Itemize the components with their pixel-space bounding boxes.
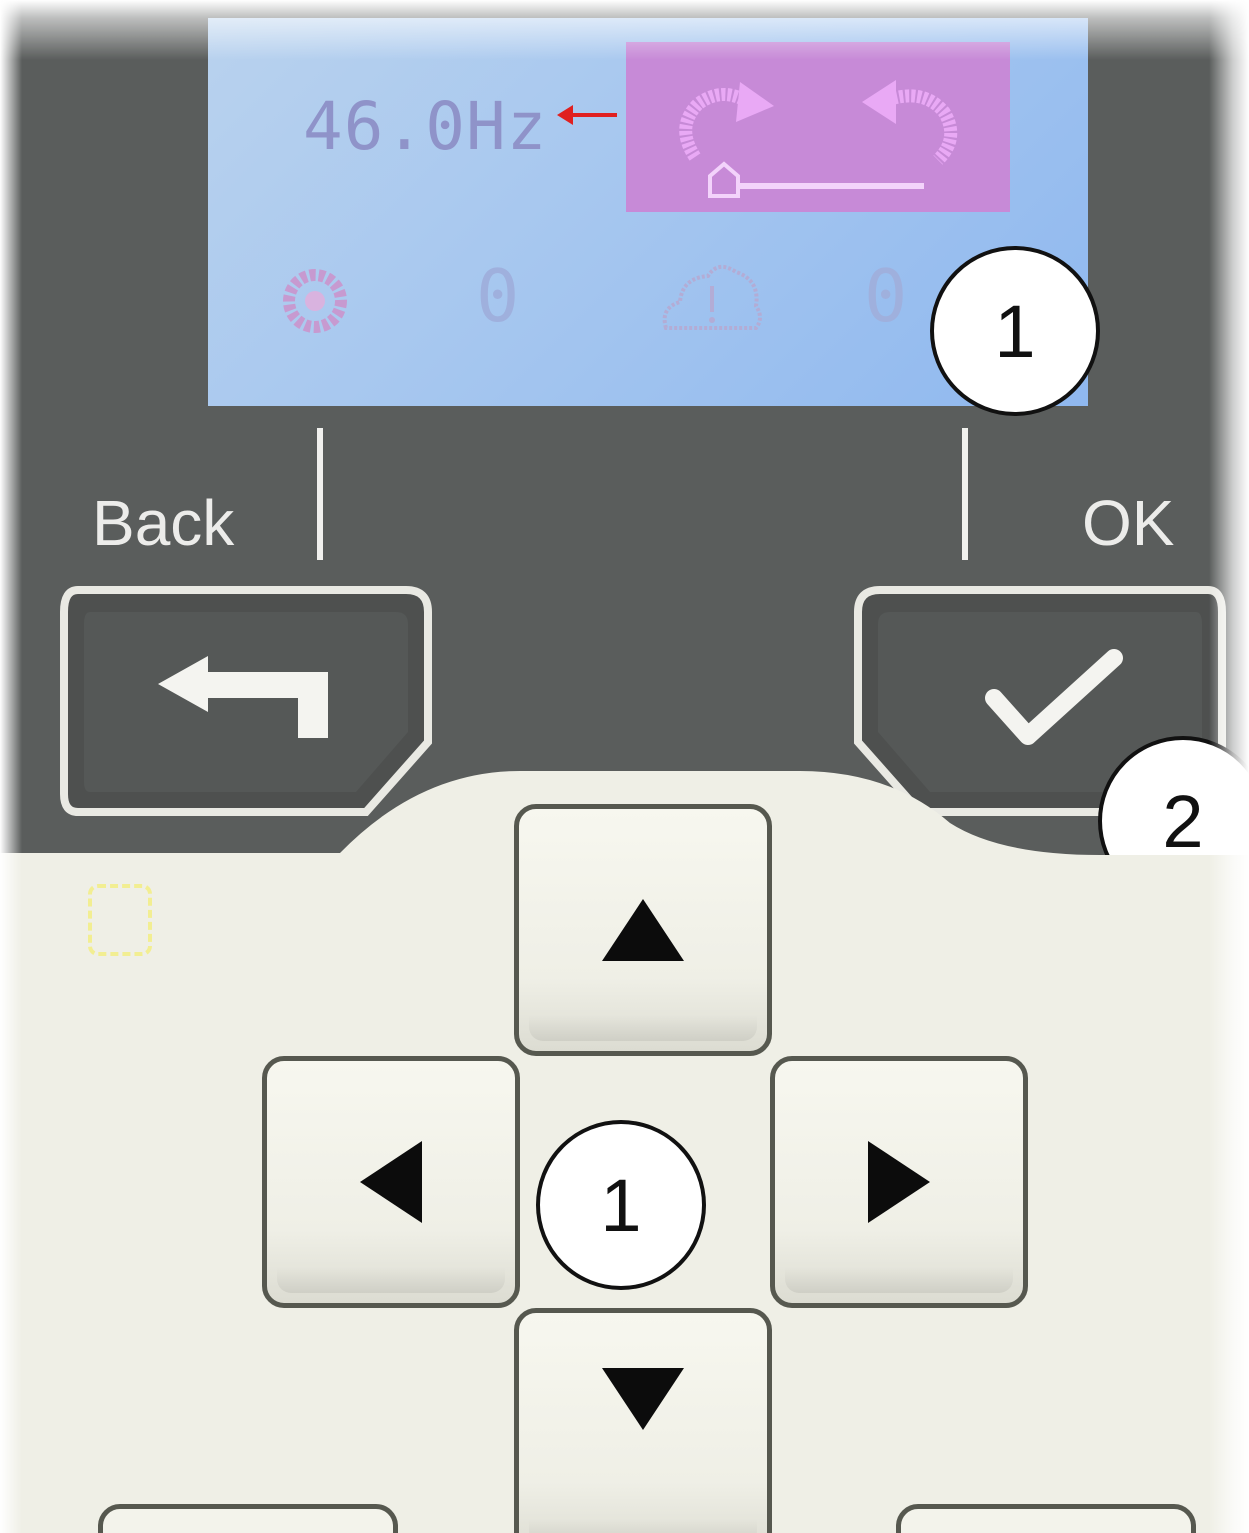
nav-left-button[interactable]: [262, 1056, 520, 1308]
warning-icon: [662, 264, 762, 330]
divider-right: [962, 428, 968, 560]
arrow-up-icon: [602, 899, 684, 961]
arrow-left-icon: [360, 1141, 422, 1223]
nav-right-button[interactable]: [770, 1056, 1028, 1308]
bottom-right-button[interactable]: [896, 1504, 1196, 1533]
status-led: [88, 884, 152, 956]
status-value: 0: [476, 254, 520, 338]
arrow-left-icon: [557, 105, 617, 125]
remote-control-icon: [708, 161, 924, 198]
arrow-right-icon: [868, 1141, 930, 1223]
bottom-left-button[interactable]: [98, 1504, 398, 1533]
nav-up-button[interactable]: [514, 804, 772, 1056]
divider-left: [317, 428, 323, 560]
top-edge-fade: [0, 0, 1249, 60]
left-edge-fade: [0, 0, 22, 1533]
back-label: Back: [92, 487, 235, 559]
status-value: 0: [864, 254, 908, 338]
gear-icon: [283, 269, 347, 333]
direction-indicator: [626, 42, 1010, 212]
nav-down-button[interactable]: [514, 1308, 772, 1533]
keypad-panel: 46.0Hz 0 0 1 Back OK 2 1: [0, 0, 1249, 1533]
checkmark-icon: [985, 649, 1123, 745]
arrow-down-icon: [602, 1368, 684, 1430]
callout-display: 1: [930, 246, 1100, 416]
right-edge-fade: [1209, 0, 1249, 1533]
frequency-readout: 46.0Hz: [303, 88, 548, 165]
back-return-icon: [158, 656, 328, 738]
callout-nav: 1: [536, 1120, 706, 1290]
ok-label: OK: [1082, 487, 1175, 559]
